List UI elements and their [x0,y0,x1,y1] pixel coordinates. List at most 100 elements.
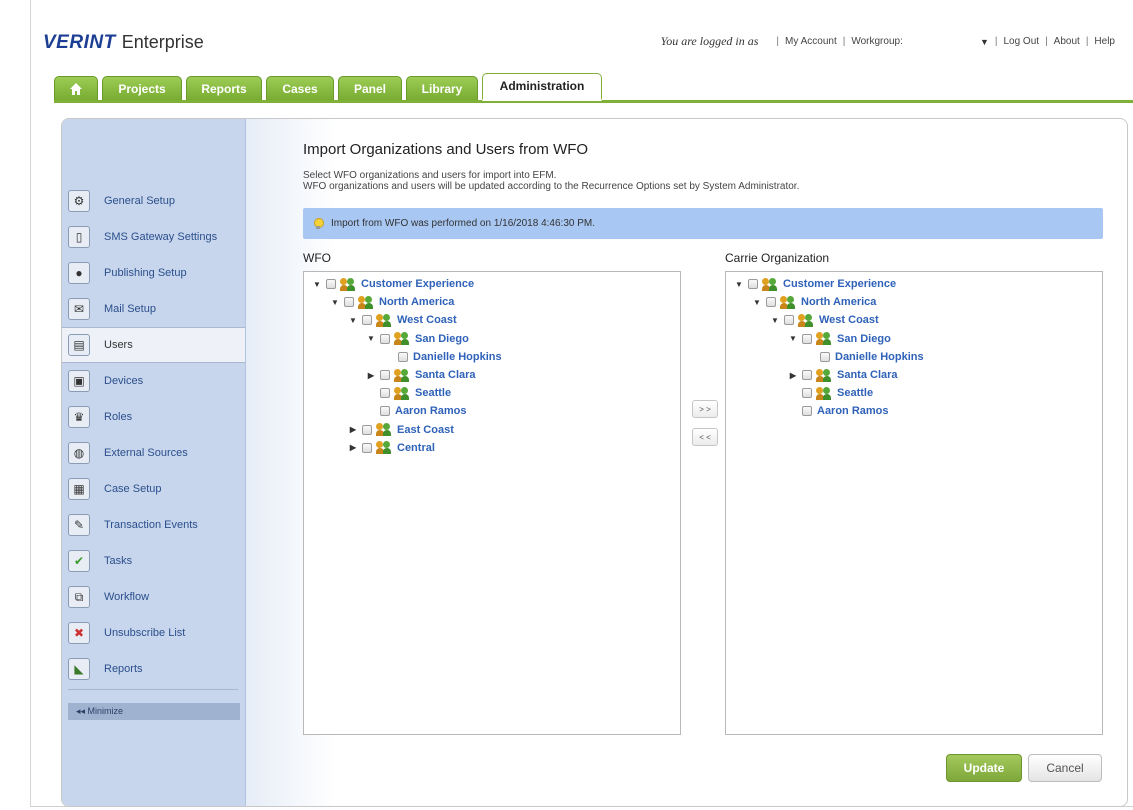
sidebar-item-users[interactable]: ▤ Users [62,327,245,363]
tree-checkbox[interactable] [766,297,776,308]
separator: | [776,36,780,47]
tree-checkbox[interactable] [380,388,390,399]
chevron-down-icon: ▼ [979,36,989,47]
tree-checkbox[interactable] [820,351,830,362]
help-link[interactable]: Help [1094,36,1115,47]
info-text: Import from WFO was performed on 1/16/20… [331,218,596,229]
about-link[interactable]: About [1054,36,1080,47]
expand-down-icon[interactable]: ▼ [752,298,762,307]
sidebar-item-label: Users [104,339,133,351]
tree-checkbox[interactable] [748,279,758,289]
tree-node[interactable]: ▶ Santa Clara [788,366,898,384]
expand-right-icon[interactable]: ▶ [348,425,358,434]
mail-icon: ✉ [68,298,90,320]
tree-node[interactable]: ▶ East Coast [348,421,454,439]
tab-cases[interactable]: Cases [266,76,334,101]
cancel-button[interactable]: Cancel [1028,754,1102,782]
expand-down-icon[interactable]: ▼ [330,298,340,307]
tree-node[interactable]: ▼ Customer Experience [312,275,474,293]
tree-node[interactable]: ▼ San Diego [366,330,469,348]
sidebar-item-external-sources[interactable]: ◍ External Sources [62,435,245,471]
sidebar-item-case-setup[interactable]: ▦ Case Setup [62,471,245,507]
tab-panel[interactable]: Panel [338,76,402,101]
group-icon [394,368,410,382]
sidebar-item-label: Tasks [104,555,133,567]
sidebar-item-sms-gateway[interactable]: ▯ SMS Gateway Settings [62,219,245,255]
tree-checkbox[interactable] [380,406,390,417]
sidebar-item-tasks[interactable]: ✔ Tasks [62,543,245,579]
tree-checkbox[interactable] [362,424,372,435]
tree-checkbox[interactable] [784,315,794,326]
tree-checkbox[interactable] [362,315,372,326]
tree-node[interactable]: ▶ Santa Clara [366,366,476,384]
tree-node[interactable]: ▼ West Coast [348,311,457,329]
tree-checkbox[interactable] [362,442,372,453]
tab-administration[interactable]: Administration [482,73,602,101]
expand-down-icon[interactable]: ▼ [366,334,376,343]
workflow-icon: ⧉ [68,586,90,608]
tree-node-label: East Coast [397,423,454,436]
tree-node[interactable]: Seattle [366,384,451,402]
expand-down-icon[interactable]: ▼ [348,316,358,325]
sidebar-item-transaction-events[interactable]: ✎ Transaction Events [62,507,245,543]
description-line-1: Select WFO organizations and users for i… [303,170,557,181]
expand-down-icon[interactable]: ▼ [788,334,798,343]
expand-down-icon[interactable]: ▼ [312,280,322,289]
tree-node-label: Customer Experience [783,278,897,290]
expand-down-icon[interactable]: ▼ [734,280,744,289]
tree-node[interactable]: Danielle Hopkins [806,348,924,366]
workgroup-dropdown[interactable]: ▼ [907,37,989,47]
expand-down-icon[interactable]: ▼ [770,316,780,325]
separator: | [994,36,998,47]
tab-home[interactable] [54,76,98,101]
my-account-link[interactable]: My Account [785,36,837,47]
tree-checkbox[interactable] [326,279,336,289]
tree-checkbox[interactable] [380,370,390,380]
tree-checkbox[interactable] [398,351,408,362]
expand-right-icon[interactable]: ▶ [788,371,798,380]
sidebar-item-devices[interactable]: ▣ Devices [62,363,245,399]
tree-node[interactable]: ▼ Customer Experience [734,275,896,293]
tree-node-label: Aaron Ramos [395,405,467,418]
description-line-2: WFO organizations and users will be upda… [303,181,800,192]
move-left-button[interactable]: < < [692,428,718,446]
tree-node[interactable]: ▼ North America [330,293,454,311]
tree-node-label: West Coast [397,314,457,327]
update-button[interactable]: Update [946,754,1022,782]
sidebar-item-label: SMS Gateway Settings [104,231,218,243]
info-banner: Import from WFO was performed on 1/16/20… [303,208,1103,239]
sidebar-item-general-setup[interactable]: ⚙ General Setup [62,183,245,219]
sidebar-item-label: Devices [104,375,144,387]
sidebar-item-workflow[interactable]: ⧉ Workflow [62,579,245,615]
sidebar-item-unsubscribe-list[interactable]: ✖ Unsubscribe List [62,615,245,651]
sidebar-item-mail-setup[interactable]: ✉ Mail Setup [62,291,245,327]
sidebar-item-reports[interactable]: ◣ Reports [62,651,245,687]
tab-reports[interactable]: Reports [186,76,262,101]
tree-node[interactable]: Aaron Ramos [788,402,889,420]
minimize-button[interactable]: ◂◂ Minimize [68,703,240,720]
tree-node[interactable]: ▼ San Diego [788,330,891,348]
tree-node[interactable]: Seattle [788,384,873,402]
tree-node[interactable]: ▶ Central [348,439,435,457]
tree-checkbox[interactable] [802,388,812,399]
tree-checkbox[interactable] [802,406,812,417]
expand-right-icon[interactable]: ▶ [348,443,358,452]
tree-checkbox[interactable] [802,370,812,380]
tree-checkbox[interactable] [802,333,812,344]
sidebar-item-label: Unsubscribe List [104,627,186,639]
user-bar: You are logged in as | My Account | Work… [661,34,1115,49]
tree-checkbox[interactable] [344,297,354,308]
tree-node[interactable]: Danielle Hopkins [384,348,502,366]
tree-node[interactable]: ▼ North America [752,293,876,311]
tab-library[interactable]: Library [406,76,478,101]
tab-projects[interactable]: Projects [102,76,182,101]
tree-node[interactable]: ▼ West Coast [770,311,879,329]
tree-node[interactable]: Aaron Ramos [366,402,467,420]
sidebar-item-label: Roles [104,411,133,423]
tree-checkbox[interactable] [380,333,390,344]
sidebar-item-roles[interactable]: ♛ Roles [62,399,245,435]
sidebar-item-publishing-setup[interactable]: ● Publishing Setup [62,255,245,291]
move-right-button[interactable]: > > [692,400,718,418]
log-out-link[interactable]: Log Out [1003,36,1039,47]
expand-right-icon[interactable]: ▶ [366,371,376,380]
